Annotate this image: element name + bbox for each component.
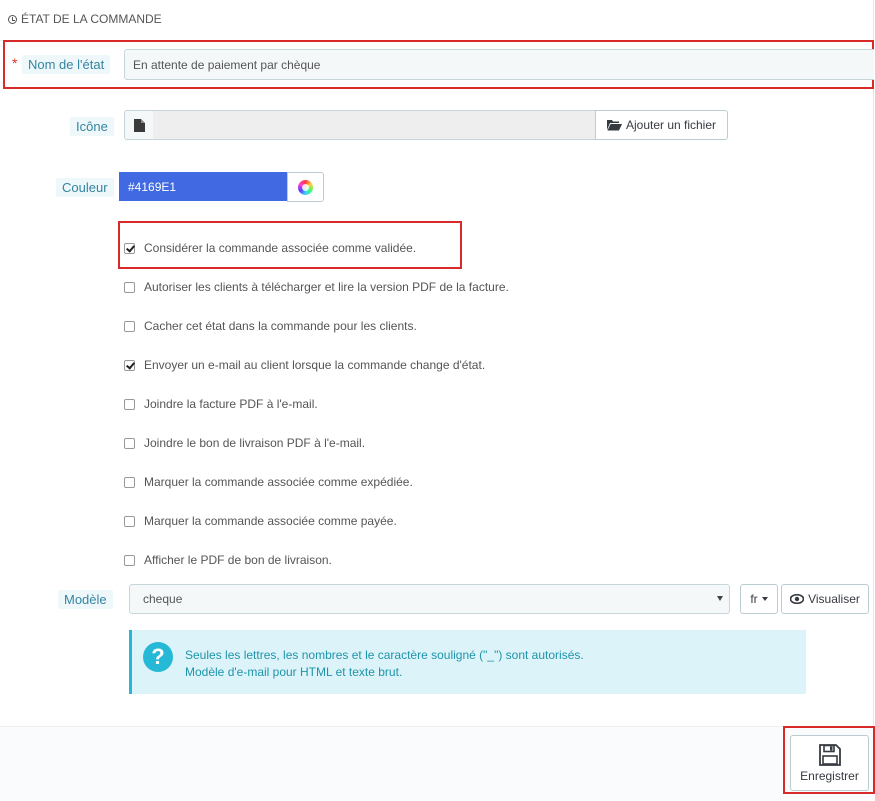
- color-value: #4169E1: [128, 179, 177, 194]
- checkbox-label: Joindre le bon de livraison PDF à l'e-ma…: [144, 436, 366, 450]
- clock-icon: [8, 14, 17, 24]
- checkbox-row-paid[interactable]: Marquer la commande associée comme payée…: [124, 514, 397, 528]
- add-file-label: Ajouter un fichier: [625, 118, 717, 132]
- checkbox-label: Cacher cet état dans la commande pour le…: [144, 319, 417, 333]
- name-input-value: En attente de paiement par chèque: [133, 57, 321, 72]
- checkbox-row-send-email[interactable]: Envoyer un e-mail au client lorsque la c…: [124, 358, 485, 372]
- color-picker-button[interactable]: [287, 172, 324, 202]
- save-label: Enregistrer: [800, 769, 859, 783]
- panel-footer: [0, 726, 874, 800]
- checkbox-row-delivery-pdf[interactable]: Afficher le PDF de bon de livraison.: [124, 553, 332, 567]
- preview-button[interactable]: Visualiser: [781, 584, 869, 614]
- file-icon: [124, 110, 154, 140]
- help-line-2: Modèle d'e-mail pour HTML et texte brut.: [185, 665, 403, 679]
- checkbox-row-attach-delivery[interactable]: Joindre le bon de livraison PDF à l'e-ma…: [124, 436, 365, 450]
- eye-icon: [790, 594, 805, 604]
- caret-down-icon: [761, 597, 768, 601]
- checkbox-label: Envoyer un e-mail au client lorsque la c…: [144, 358, 486, 372]
- folder-open-icon: [606, 120, 622, 131]
- checkbox-attach-invoice[interactable]: [124, 398, 135, 410]
- preview-label: Visualiser: [808, 592, 860, 606]
- checkbox-validated[interactable]: [124, 242, 135, 254]
- checkbox-delivery-pdf[interactable]: [124, 554, 135, 566]
- checkbox-label: Autoriser les clients à télécharger et l…: [144, 280, 509, 294]
- add-file-button[interactable]: Ajouter un fichier: [595, 110, 728, 140]
- name-label: Nom de l'état: [22, 55, 111, 74]
- checkbox-row-invoice-pdf[interactable]: Autoriser les clients à télécharger et l…: [124, 280, 509, 294]
- language-code: fr: [750, 592, 758, 606]
- checkbox-row-validated[interactable]: Considérer la commande associée comme va…: [124, 241, 416, 255]
- checkbox-label: Considérer la commande associée comme va…: [144, 241, 417, 255]
- save-button[interactable]: Enregistrer: [790, 735, 869, 791]
- checkbox-row-attach-invoice[interactable]: Joindre la facture PDF à l'e-mail.: [124, 397, 318, 411]
- checkbox-row-hidden[interactable]: Cacher cet état dans la commande pour le…: [124, 319, 417, 333]
- help-alert: ? Seules les lettres, les nombres et le …: [129, 630, 806, 694]
- checkbox-label: Marquer la commande associée comme expéd…: [144, 475, 413, 489]
- checkbox-paid[interactable]: [124, 515, 135, 527]
- order-state-panel: ÉTAT DE LA COMMANDE * Nom de l'état En a…: [0, 0, 875, 800]
- panel-heading: ÉTAT DE LA COMMANDE: [0, 0, 874, 41]
- question-icon: ?: [143, 642, 173, 672]
- icon-label: Icône: [70, 117, 114, 136]
- checkbox-row-shipped[interactable]: Marquer la commande associée comme expéd…: [124, 475, 413, 489]
- template-select-value: cheque: [143, 592, 183, 606]
- required-mark: *: [12, 55, 18, 71]
- checkbox-invoice-pdf[interactable]: [124, 281, 135, 293]
- color-input[interactable]: #4169E1: [119, 172, 287, 201]
- file-path-field[interactable]: [153, 110, 596, 140]
- checkbox-hidden[interactable]: [124, 320, 135, 332]
- checkbox-attach-delivery[interactable]: [124, 437, 135, 449]
- chevron-down-icon: [717, 596, 723, 601]
- color-wheel-icon: [298, 179, 313, 195]
- color-label: Couleur: [56, 178, 114, 197]
- template-select[interactable]: cheque: [129, 584, 730, 614]
- checkbox-label: Afficher le PDF de bon de livraison.: [144, 553, 332, 567]
- template-label: Modèle: [58, 590, 113, 609]
- checkbox-label: Marquer la commande associée comme payée…: [144, 514, 397, 528]
- checkbox-send-email[interactable]: [124, 359, 135, 371]
- checkbox-shipped[interactable]: [124, 476, 135, 488]
- help-line-1: Seules les lettres, les nombres et le ca…: [185, 648, 584, 662]
- floppy-disk-icon: [819, 744, 841, 766]
- panel-title: ÉTAT DE LA COMMANDE: [21, 12, 162, 26]
- name-input[interactable]: En attente de paiement par chèque: [124, 49, 874, 80]
- panel-title-wrap: ÉTAT DE LA COMMANDE: [8, 12, 162, 26]
- language-dropdown-button[interactable]: fr: [740, 584, 778, 614]
- checkbox-label: Joindre la facture PDF à l'e-mail.: [144, 397, 318, 411]
